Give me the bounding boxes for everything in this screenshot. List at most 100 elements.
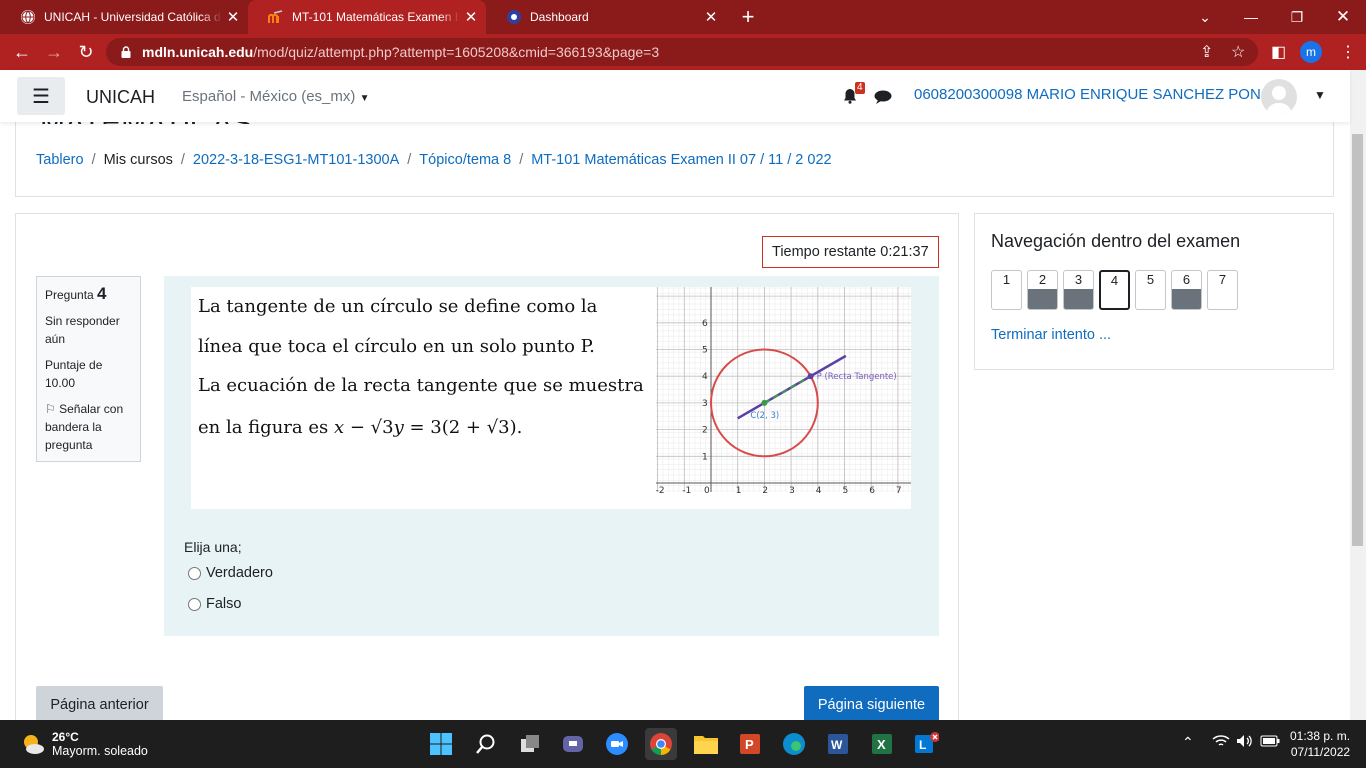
svg-text:X: X [877, 737, 886, 752]
tangent-point-label: P (Recta Tangente) [817, 372, 897, 382]
zoom-icon[interactable] [601, 728, 633, 760]
teams-chat-icon[interactable] [557, 728, 589, 760]
flag-question-link[interactable]: ⚐ Señalar con bandera la pregunta [45, 400, 132, 454]
quiz-navigation-title: Navegación dentro del examen [991, 231, 1241, 251]
user-menu-name[interactable]: 0608200300098 MARIO ENRIQUE SANCHEZ PONC… [914, 86, 1282, 103]
browser-toolbar: ← → ↻ mdln.unicah.edu/mod/quiz/attempt.p… [0, 34, 1366, 70]
file-explorer-icon[interactable] [690, 728, 722, 760]
quiz-nav-question-6[interactable]: 6 [1171, 270, 1202, 310]
x-tick-label: 0 [704, 486, 710, 496]
site-brand[interactable]: UNICAH [86, 87, 155, 108]
browser-tab-dashboard[interactable]: Dashboard ✕ [486, 0, 726, 34]
chevron-up-icon[interactable]: ⌃ [1182, 734, 1194, 751]
radio-falso[interactable] [188, 597, 201, 611]
user-avatar[interactable] [1261, 79, 1297, 115]
question-text-line: línea que toca el círculo en un solo pun… [198, 335, 595, 357]
option-falso[interactable]: Falso [188, 596, 241, 612]
previous-page-button[interactable]: Página anterior [36, 686, 163, 724]
quiz-nav-label: 2 [1038, 272, 1047, 287]
x-tick-label: 2 [762, 486, 768, 496]
quiz-nav-question-2[interactable]: 2 [1027, 270, 1058, 310]
flag-icon: ⚐ [45, 402, 56, 416]
radio-verdadero[interactable] [188, 566, 201, 580]
breadcrumb-mis-cursos: Mis cursos [103, 152, 173, 168]
weather-text: Mayorm. soleado [52, 744, 148, 758]
hamburger-icon: ☰ [32, 85, 50, 108]
breadcrumb-course[interactable]: 2022-3-18-ESG1-MT101-1300A [193, 152, 399, 168]
language-selector[interactable]: Español - México (es_mx) ▼ [182, 88, 369, 105]
search-icon[interactable] [470, 728, 502, 760]
restore-button[interactable]: ❐ [1274, 0, 1320, 34]
breadcrumb: Tablero / Mis cursos/2022-3-18-ESG1-MT101-… [36, 152, 832, 168]
question-status: Sin responder aún [45, 314, 120, 346]
breadcrumb-topic[interactable]: Tópico/tema 8 [419, 152, 511, 168]
caret-down-icon: ▼ [359, 93, 370, 104]
breadcrumb-tablero[interactable]: Tablero [36, 152, 84, 168]
x-tick-label: 6 [869, 486, 875, 496]
profile-avatar[interactable]: m [1300, 41, 1322, 63]
quiz-nav-question-4[interactable]: 4 [1099, 270, 1130, 310]
browser-tab-strip: UNICAH - Universidad Católica de Hondura… [0, 0, 1366, 34]
quiz-nav-question-5[interactable]: 5 [1135, 270, 1166, 310]
x-tick-label: 7 [896, 486, 902, 496]
edge-icon[interactable] [778, 728, 810, 760]
powerpoint-icon[interactable]: P [734, 728, 766, 760]
clock-time: 01:38 p. m. [1290, 729, 1351, 743]
close-icon[interactable]: ✕ [700, 8, 722, 26]
x-tick-label: -2 [656, 486, 665, 496]
excel-icon[interactable]: X [866, 728, 898, 760]
word-icon[interactable]: W [822, 728, 854, 760]
question-text: La tangente de un círculo se define como… [198, 287, 648, 447]
volume-icon[interactable] [1236, 734, 1254, 751]
question-text-line: en la figura es 𝑥 − √3𝑦 = 3(2 + √3). [198, 416, 523, 438]
chrome-icon[interactable] [645, 728, 677, 760]
chat-icon[interactable] [874, 90, 892, 104]
quiz-nav-question-7[interactable]: 7 [1207, 270, 1238, 310]
quiz-nav-question-1[interactable]: 1 [991, 270, 1022, 310]
task-view-icon[interactable] [514, 728, 546, 760]
tab-title: MT-101 Matemáticas Examen II 07 / 11 / 2… [292, 10, 460, 24]
side-panel-icon[interactable]: ◧ [1271, 42, 1286, 62]
menu-toggle-button[interactable]: ☰ [17, 77, 65, 115]
new-tab-button[interactable]: + [736, 6, 760, 28]
share-icon[interactable]: ⇪ [1200, 42, 1213, 62]
caret-down-icon[interactable]: ▼ [1314, 88, 1326, 102]
chevron-down-icon[interactable]: ⌄ [1182, 0, 1228, 34]
browser-tab-quiz[interactable]: MT-101 Matemáticas Examen II 07 / 11 / 2… [248, 0, 486, 34]
breadcrumb-quiz[interactable]: MT-101 Matemáticas Examen II 07 / 11 / 2… [531, 152, 831, 168]
system-clock[interactable]: 01:38 p. m. 07/11/2022 [1290, 728, 1350, 760]
quiz-nav-question-3[interactable]: 3 [1063, 270, 1094, 310]
windows-start-icon[interactable] [425, 728, 457, 760]
y-tick-label: 3 [702, 399, 708, 409]
question-info: Pregunta 4 Sin responder aún Puntaje de … [36, 276, 141, 462]
battery-icon[interactable] [1260, 734, 1280, 750]
window-close-button[interactable]: ✕ [1320, 0, 1366, 34]
question-label: Pregunta [45, 288, 94, 302]
browser-tab-unicah[interactable]: UNICAH - Universidad Católica de Hondura… [0, 0, 248, 34]
dashboard-icon [506, 9, 522, 25]
lync-icon[interactable]: L [910, 728, 942, 760]
next-page-button[interactable]: Página siguiente [804, 686, 939, 724]
option-verdadero[interactable]: Verdadero [188, 565, 273, 581]
address-bar[interactable]: mdln.unicah.edu/mod/quiz/attempt.php?att… [106, 38, 1258, 66]
close-icon[interactable]: ✕ [222, 8, 244, 26]
svg-text:W: W [831, 738, 843, 752]
question-score: Puntaje de 10.00 [45, 358, 103, 390]
quiz-navigation-block: Navegación dentro del examen 1 2 3 4 5 6 7 Ter… [974, 213, 1334, 370]
menu-dots-icon[interactable]: ⋮ [1340, 42, 1356, 62]
finish-attempt-link[interactable]: Terminar intento ... [991, 327, 1111, 343]
x-tick-label: -1 [682, 486, 691, 496]
bookmark-star-icon[interactable]: ☆ [1231, 42, 1245, 62]
reload-button[interactable]: ↻ [70, 34, 102, 70]
close-icon[interactable]: ✕ [460, 8, 482, 26]
center-point [761, 399, 768, 406]
site-navbar: ☰ UNICAH Español - México (es_mx) ▼ 4 06… [0, 70, 1350, 122]
y-tick-label: 1 [702, 452, 708, 462]
forward-button[interactable]: → [38, 34, 70, 70]
windows-taskbar: 26°C Mayorm. soleado P W X L ⌃ 01:38 p. m… [0, 720, 1366, 768]
scrollbar-thumb[interactable] [1352, 134, 1363, 546]
minimize-button[interactable]: — [1228, 0, 1274, 34]
weather-widget[interactable]: 26°C Mayorm. soleado [20, 730, 148, 758]
back-button[interactable]: ← [6, 34, 38, 70]
wifi-icon[interactable] [1212, 734, 1230, 751]
